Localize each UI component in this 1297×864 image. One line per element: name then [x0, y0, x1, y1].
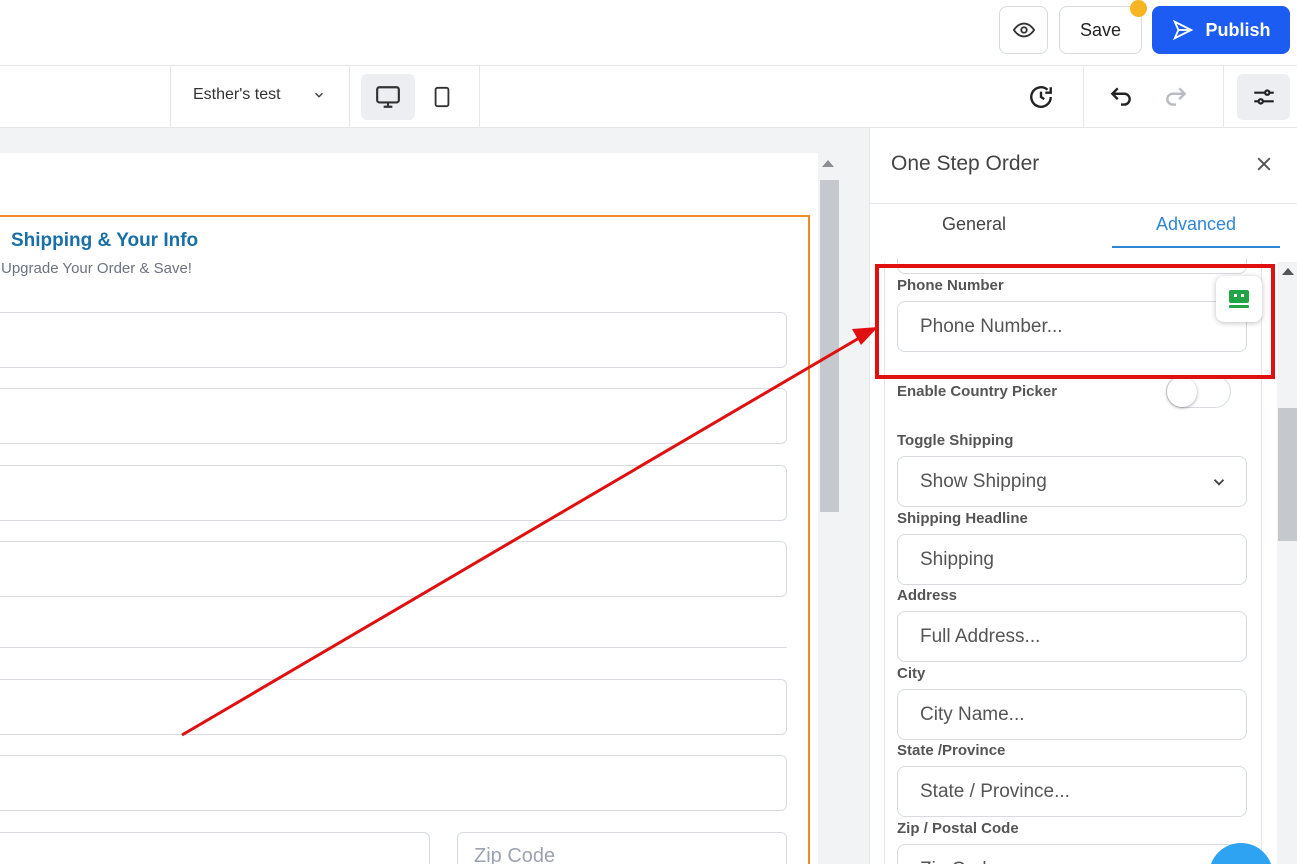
toolbar-divider: [1223, 66, 1224, 128]
canvas-input-field[interactable]: [0, 388, 787, 444]
shipping-headline-label: Shipping Headline: [897, 510, 1028, 527]
zip-input[interactable]: Zip Code...: [897, 844, 1247, 864]
redo-button[interactable]: [1155, 76, 1197, 118]
page-selector[interactable]: Esther's test: [193, 86, 281, 104]
undo-button[interactable]: [1100, 76, 1142, 118]
toolbar-divider: [170, 66, 171, 128]
editor-toolbar: Esther's test: [0, 66, 1297, 128]
canvas-input-field[interactable]: [0, 755, 787, 811]
toggle-shipping-value: Show Shipping: [920, 470, 1047, 492]
toolbar-divider: [479, 66, 480, 128]
panel-scrollbar-thumb[interactable]: [1278, 408, 1297, 541]
history-button[interactable]: [1020, 76, 1062, 118]
canvas-input-field[interactable]: [0, 465, 787, 521]
canvas-input-field[interactable]: [0, 679, 787, 735]
toolbar-divider: [1083, 66, 1084, 128]
close-icon: [1257, 157, 1271, 171]
toggle-shipping-select[interactable]: Show Shipping: [897, 456, 1247, 507]
send-icon: [1173, 19, 1194, 41]
settings-toggle-button[interactable]: [1237, 74, 1290, 120]
address-input[interactable]: Full Address...: [897, 611, 1247, 662]
unsaved-indicator: [1130, 0, 1147, 17]
desktop-view-button[interactable]: [361, 74, 415, 120]
country-picker-label: Enable Country Picker: [897, 383, 1058, 400]
tab-general[interactable]: General: [869, 214, 1079, 235]
robot-icon: [1229, 290, 1249, 308]
address-label: Address: [897, 587, 958, 604]
tab-advanced[interactable]: Advanced: [1112, 214, 1280, 235]
eye-icon: [1012, 22, 1035, 38]
city-input[interactable]: City Name...: [897, 689, 1247, 740]
scroll-up-arrow-icon[interactable]: [1282, 268, 1294, 275]
close-panel-button[interactable]: [1250, 150, 1278, 178]
helper-widget-button[interactable]: [1216, 276, 1262, 322]
sliders-icon: [1253, 89, 1274, 105]
canvas-scrollbar-thumb[interactable]: [820, 180, 839, 512]
toolbar-divider: [349, 66, 350, 128]
canvas-zip-placeholder: Zip Code: [474, 845, 556, 864]
mobile-icon: [434, 86, 450, 108]
toggle-shipping-label: Toggle Shipping: [897, 432, 1014, 449]
redo-icon: [1166, 87, 1187, 106]
save-button[interactable]: Save: [1059, 6, 1142, 54]
annotation-highlight-box: [875, 264, 1275, 379]
chevron-down-icon: [1213, 478, 1225, 486]
form-headline: Shipping & Your Info: [11, 230, 199, 251]
scroll-up-arrow-icon[interactable]: [822, 160, 834, 167]
preview-button[interactable]: [999, 6, 1048, 54]
undo-icon: [1110, 87, 1131, 106]
form-divider: [0, 647, 787, 648]
form-subheadline: Upgrade Your Order & Save!: [1, 260, 192, 277]
publish-button[interactable]: Publish: [1152, 6, 1290, 54]
zip-label: Zip / Postal Code: [897, 820, 1019, 837]
canvas-input-field[interactable]: [0, 312, 787, 368]
publish-button-label: Publish: [1205, 19, 1271, 40]
canvas-input-field[interactable]: [0, 832, 430, 864]
tabs-divider: [869, 203, 1297, 204]
save-button-label: Save: [1079, 19, 1122, 40]
desktop-icon: [376, 86, 400, 108]
state-label: State /Province: [897, 742, 1006, 759]
chevron-down-icon[interactable]: [312, 88, 326, 102]
panel-scrollbar[interactable]: [1277, 262, 1297, 864]
panel-title: One Step Order: [891, 152, 1040, 175]
history-icon: [1030, 86, 1052, 108]
mobile-view-button[interactable]: [420, 74, 464, 120]
editor-root: Save Publish Esther's test Shipping & Yo…: [0, 0, 1297, 864]
toggle-knob[interactable]: [1167, 377, 1197, 407]
active-tab-indicator: [1112, 246, 1280, 248]
shipping-headline-input[interactable]: Shipping: [897, 534, 1247, 585]
canvas-input-field[interactable]: [0, 541, 787, 597]
city-label: City: [897, 665, 926, 682]
state-input[interactable]: State / Province...: [897, 766, 1247, 817]
